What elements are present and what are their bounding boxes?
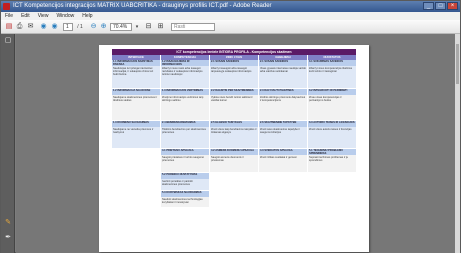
previous-page-icon[interactable]: ◉ xyxy=(39,22,48,32)
cell-text: Zinoti savo skaitmenine tapatybe ir saug… xyxy=(259,127,307,148)
cell-text: Zinoti visos kaip bendravimo taisykles i… xyxy=(210,127,258,148)
cell-text: Zinau visas kompetencijas ir pertvarkymo… xyxy=(308,95,356,120)
menu-edit[interactable]: Edit xyxy=(21,12,30,20)
fit-page-icon[interactable]: ⊟ xyxy=(144,22,153,32)
zoom-input[interactable]: 70.4% xyxy=(110,23,132,31)
toolbar: ▤ ⎙ ✉ ◉ ◉ 1 / 1 ⊖ ⊕ 70.4% ▾ ⊟ ⊞ Rasti xyxy=(1,20,460,34)
menu-bar: File Edit View Window Help xyxy=(1,12,460,20)
pages-panel-icon[interactable]: ▢ xyxy=(4,37,12,45)
cell-text: Visas gyvasis internetas naudoja vaizdo … xyxy=(259,66,307,88)
cell-text: Saugoti asmens duomenis ir privatumas xyxy=(210,155,258,172)
cell-text: Zinoti rizikas sveikatai ir gerovei xyxy=(259,155,307,172)
cell-text: Zdarzyt issaugoti arba issaugot tarpusav… xyxy=(210,66,258,88)
cell-text: Vyksta visos bendri turinio saltiniai ir… xyxy=(210,95,258,120)
next-page-icon[interactable]: ◉ xyxy=(50,22,59,32)
cell-text: Tikslinio bendravimo per skaitmenines pr… xyxy=(161,127,209,148)
email-icon[interactable]: ✉ xyxy=(26,22,35,32)
window-title: ICT Kompetencijos integracijos MATRIX UA… xyxy=(13,3,272,9)
print-icon[interactable]: ⎙ xyxy=(15,22,24,32)
maximize-button[interactable]: □ xyxy=(435,2,446,10)
application-window: ICT Kompetencijos integracijos MATRIX UA… xyxy=(0,0,461,253)
cell-text: Naudojame ne vienoda priemone ir tvarkym… xyxy=(112,127,160,148)
cell-text: Zinoti visos autoriu teises ir licencija… xyxy=(308,127,356,148)
pdf-page: ICT kompetencijos lentele INTIGRA PROFIL… xyxy=(99,45,369,252)
cell-text: Naudojame skaitmenines priemones ir tiks… xyxy=(112,95,160,120)
signatures-icon[interactable]: ✒ xyxy=(4,234,12,242)
cell-text: Zodinis skirtingu priemoniu dalyvavimui … xyxy=(259,95,307,120)
search-input[interactable]: Rasti xyxy=(171,23,215,31)
zoom-in-icon[interactable]: ⊕ xyxy=(99,22,108,32)
navigation-pane: ▢ ✎ ✒ xyxy=(1,34,15,253)
window-controls: _ □ × xyxy=(423,2,458,10)
cell-text: Zinojimo informacijos vertinimui tarp sk… xyxy=(161,95,209,120)
menu-view[interactable]: View xyxy=(38,12,49,20)
menu-window[interactable]: Window xyxy=(56,12,74,20)
cell-text: Naudotojas turi prieiga internetinei inf… xyxy=(112,66,160,88)
menu-file[interactable]: File xyxy=(5,12,13,20)
cell-text: Naudoti skaitmenines technologijas kuryb… xyxy=(161,197,209,207)
fit-width-icon[interactable]: ⊞ xyxy=(156,22,165,32)
zoom-out-icon[interactable]: ⊖ xyxy=(89,22,98,32)
page-number-input[interactable]: 1 xyxy=(63,23,73,31)
cell-text: Ivertinti poreikius ir parinkti skaitmen… xyxy=(161,179,209,190)
minimize-button[interactable]: _ xyxy=(423,2,434,10)
menu-help[interactable]: Help xyxy=(82,12,92,20)
attachments-icon[interactable]: ✎ xyxy=(4,219,12,227)
adobe-reader-icon xyxy=(3,3,10,10)
cell-text: Zdarzyt muso rasto arba issaugot rezulta… xyxy=(161,66,209,88)
cell-text: Saugoti prietaisus ir turinio saugumo pr… xyxy=(161,155,209,172)
open-file-icon[interactable]: ▤ xyxy=(4,22,14,32)
zoom-dropdown-icon[interactable]: ▾ xyxy=(134,22,140,32)
title-bar[interactable]: ICT Kompetencijos integracijos MATRIX UA… xyxy=(1,1,460,12)
cell-text: Suprasti technines problemas ir ju spren… xyxy=(308,155,356,172)
cell-text: Zdarzyt visus kompetencijos tikslinius k… xyxy=(308,66,356,88)
page-count-label: / 1 xyxy=(77,24,83,30)
close-button[interactable]: × xyxy=(447,2,458,10)
vertical-scrollbar[interactable] xyxy=(455,34,460,253)
scrollbar-thumb[interactable] xyxy=(456,44,459,84)
